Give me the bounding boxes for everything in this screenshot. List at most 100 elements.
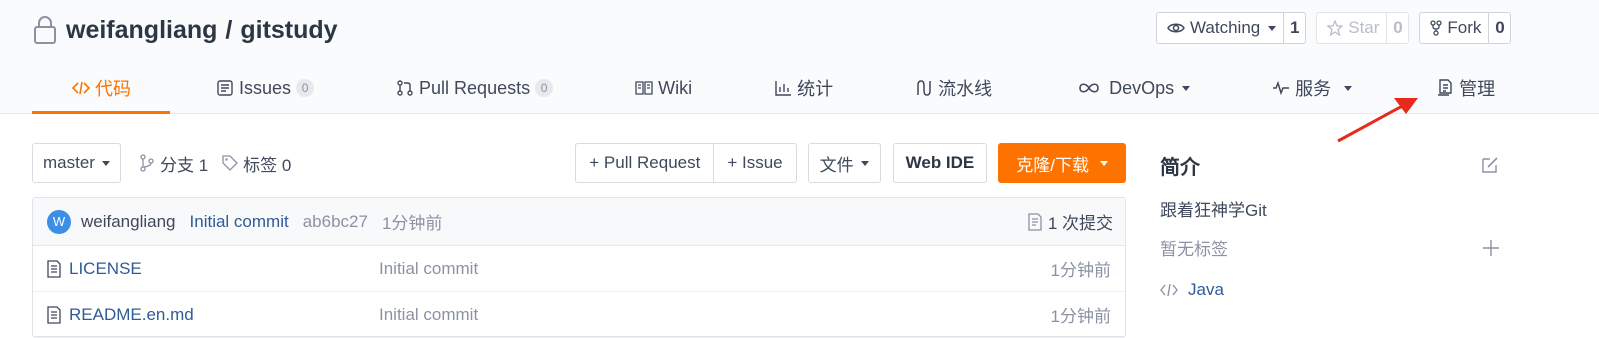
file-menu-label: 文件 bbox=[819, 155, 854, 175]
language-label: Java bbox=[1188, 280, 1224, 299]
file-icon bbox=[47, 259, 61, 278]
fork-count[interactable]: 0 bbox=[1489, 13, 1510, 43]
repo-toolbar: master 分支 1 标签 0 + Pull Request + Issue … bbox=[32, 143, 1126, 183]
star-count[interactable]: 0 bbox=[1387, 13, 1408, 43]
create-group: + Pull Request + Issue bbox=[575, 143, 797, 183]
file-name: LICENSE bbox=[69, 258, 142, 278]
watch-count[interactable]: 1 bbox=[1284, 13, 1305, 43]
clone-download-button[interactable]: 克隆/下载 bbox=[998, 143, 1126, 183]
tab-services-label: 服务 bbox=[1295, 79, 1332, 99]
file-link[interactable]: README.en.md bbox=[47, 305, 379, 325]
table-row: LICENSE Initial commit 1分钟前 bbox=[33, 246, 1125, 292]
branch-select[interactable]: master bbox=[32, 143, 121, 183]
clone-download-label: 克隆/下载 bbox=[1016, 155, 1089, 175]
issues-count-badge: 0 bbox=[296, 79, 315, 97]
issues-icon bbox=[217, 80, 233, 96]
repo-name-link[interactable]: gitstudy bbox=[240, 16, 337, 45]
pipeline-icon bbox=[917, 80, 931, 96]
star-label: Star bbox=[1348, 18, 1380, 37]
repo-separator: / bbox=[225, 15, 233, 44]
new-pull-request-button[interactable]: + Pull Request bbox=[576, 144, 713, 182]
pull-requests-count-badge: 0 bbox=[535, 79, 554, 97]
web-ide-button[interactable]: Web IDE bbox=[892, 143, 988, 183]
commit-count-link[interactable]: 1 次提交 bbox=[1028, 209, 1113, 234]
tab-pull-requests[interactable]: Pull Requests 0 bbox=[390, 68, 559, 108]
branch-icon bbox=[140, 154, 154, 172]
file-list: W weifangliang Initial commit ab6bc27 1分… bbox=[32, 197, 1126, 338]
file-name: README.en.md bbox=[69, 304, 194, 324]
tab-issues-label: Issues bbox=[239, 77, 292, 98]
file-commit-message[interactable]: Initial commit bbox=[379, 305, 478, 325]
language-link[interactable]: Java bbox=[1160, 280, 1500, 300]
new-issue-button[interactable]: + Issue bbox=[713, 144, 795, 182]
repo-title: weifangliang / gitstudy bbox=[32, 12, 338, 48]
tab-wiki-label: Wiki bbox=[658, 77, 693, 98]
commit-count-label: 1 次提交 bbox=[1047, 214, 1113, 233]
chevron-down-icon bbox=[1268, 25, 1277, 31]
document-icon bbox=[1438, 79, 1452, 96]
watch-button[interactable]: Watching 1 bbox=[1156, 12, 1307, 44]
tags-label: 标签 0 bbox=[243, 155, 292, 175]
tab-code[interactable]: 代码 bbox=[32, 68, 170, 114]
tab-stats-label: 统计 bbox=[797, 79, 834, 99]
table-row: README.en.md Initial commit 1分钟前 bbox=[33, 292, 1125, 338]
file-time: 1分钟前 bbox=[1050, 307, 1111, 326]
watch-label: Watching bbox=[1190, 18, 1261, 37]
document-icon bbox=[1028, 212, 1042, 231]
file-commit-message[interactable]: Initial commit bbox=[379, 259, 478, 279]
chevron-down-icon bbox=[860, 160, 869, 166]
fork-label: Fork bbox=[1447, 18, 1482, 37]
chevron-down-icon bbox=[1344, 85, 1353, 91]
tab-manage[interactable]: 管理 bbox=[1430, 68, 1501, 108]
tags-link[interactable]: 标签 0 bbox=[222, 151, 291, 176]
file-time: 1分钟前 bbox=[1050, 261, 1111, 280]
branches-link[interactable]: 分支 1 bbox=[139, 151, 208, 176]
branches-label: 分支 1 bbox=[159, 155, 209, 175]
tab-manage-label: 管理 bbox=[1459, 79, 1496, 99]
tab-devops[interactable]: DevOps bbox=[1072, 68, 1196, 108]
tab-stats[interactable]: 统计 bbox=[768, 68, 839, 108]
star-icon bbox=[1327, 20, 1344, 36]
commit-author-link[interactable]: weifangliang bbox=[81, 212, 176, 232]
latest-commit-bar: W weifangliang Initial commit ab6bc27 1分… bbox=[33, 198, 1125, 246]
file-menu-button[interactable]: 文件 bbox=[807, 143, 881, 183]
chevron-down-icon bbox=[101, 160, 110, 166]
annotation-arrow bbox=[1337, 98, 1418, 143]
tag-icon bbox=[222, 155, 239, 171]
intro-heading: 简介 bbox=[1160, 156, 1200, 179]
tab-wiki[interactable]: Wiki bbox=[629, 68, 698, 108]
pull-request-icon bbox=[397, 80, 413, 96]
edit-icon[interactable] bbox=[1480, 155, 1500, 175]
tab-issues[interactable]: Issues 0 bbox=[210, 68, 320, 108]
tab-devops-label: DevOps bbox=[1109, 77, 1175, 98]
chevron-down-icon bbox=[1182, 85, 1191, 91]
pulse-icon bbox=[1273, 80, 1290, 96]
star-button[interactable]: Star 0 bbox=[1316, 12, 1410, 44]
plus-icon[interactable] bbox=[1482, 239, 1500, 257]
repo-description: 跟着狂神学Git bbox=[1160, 201, 1267, 220]
infinity-icon bbox=[1079, 83, 1099, 93]
fork-button[interactable]: Fork 0 bbox=[1419, 12, 1512, 44]
repo-owner-link[interactable]: weifangliang bbox=[66, 16, 217, 45]
tab-pipeline[interactable]: 流水线 bbox=[909, 68, 998, 108]
avatar[interactable]: W bbox=[47, 209, 71, 234]
chevron-down-icon bbox=[1100, 160, 1108, 166]
repo-actions: Watching 1 Star 0 Fork 0 bbox=[1156, 12, 1512, 44]
file-icon bbox=[47, 305, 61, 324]
file-link[interactable]: LICENSE bbox=[47, 259, 379, 279]
lock-icon bbox=[34, 16, 56, 44]
commit-message-link[interactable]: Initial commit bbox=[190, 212, 289, 232]
repo-sidebar: 简介 跟着狂神学Git 暂无标签 Java bbox=[1160, 150, 1500, 300]
tags-empty-text: 暂无标签 bbox=[1160, 240, 1228, 259]
eye-icon bbox=[1167, 23, 1185, 33]
code-icon bbox=[72, 81, 90, 95]
tab-pull-requests-label: Pull Requests bbox=[419, 77, 531, 98]
tab-code-label: 代码 bbox=[95, 79, 131, 99]
fork-icon bbox=[1430, 20, 1443, 36]
book-icon bbox=[635, 81, 653, 95]
tab-pipeline-label: 流水线 bbox=[938, 79, 993, 99]
commit-hash-link[interactable]: ab6bc27 bbox=[303, 212, 368, 232]
branch-select-value: master bbox=[43, 153, 95, 172]
commit-time: 1分钟前 bbox=[381, 214, 443, 233]
code-icon bbox=[1160, 283, 1178, 297]
